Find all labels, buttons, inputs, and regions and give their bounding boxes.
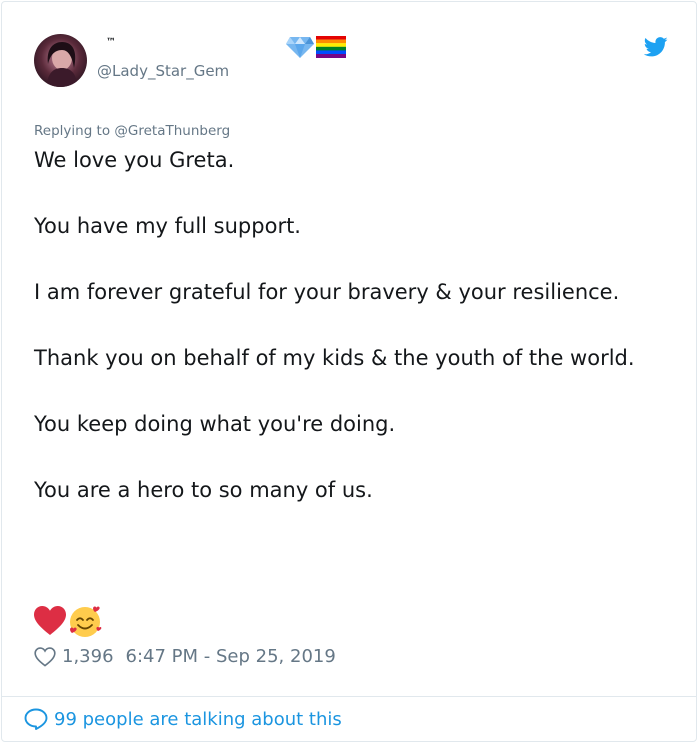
user-handle[interactable]: @Lady_Star_Gem bbox=[97, 62, 229, 80]
tweet-card: ™ @Lady_Star_Gem Replying to @GretaThunb… bbox=[1, 1, 697, 742]
timestamp[interactable]: 6:47 PM - Sep 25, 2019 bbox=[126, 646, 336, 667]
avatar[interactable] bbox=[34, 34, 87, 87]
tweet-paragraph: We love you Greta. bbox=[34, 148, 235, 172]
like-count[interactable]: 1,396 bbox=[62, 646, 114, 667]
red-heart-icon bbox=[34, 606, 66, 635]
speech-bubble-icon bbox=[24, 708, 48, 730]
gem-icon bbox=[286, 37, 314, 58]
rainbow-flag-icon bbox=[316, 36, 346, 58]
conversation-link[interactable]: 99 people are talking about this bbox=[24, 708, 342, 730]
twitter-bird-icon[interactable] bbox=[644, 36, 668, 58]
replying-to[interactable]: Replying to @GretaThunberg bbox=[34, 123, 230, 139]
tweet-paragraph: Thank you on behalf of my kids & the you… bbox=[34, 346, 635, 370]
tweet-paragraph: You have my full support. bbox=[34, 214, 301, 238]
heart-outline-icon[interactable] bbox=[34, 646, 56, 667]
tweet-meta: 1,396 6:47 PM - Sep 25, 2019 bbox=[34, 646, 336, 667]
divider bbox=[2, 696, 696, 697]
tweet-paragraph: You keep doing what you're doing. bbox=[34, 412, 396, 436]
tweet-paragraph: You are a hero to so many of us. bbox=[34, 478, 373, 502]
conversation-label: 99 people are talking about this bbox=[54, 708, 342, 730]
profile-badges bbox=[286, 35, 346, 59]
smiling-face-with-hearts-icon bbox=[70, 606, 102, 637]
tweet-text: We love you Greta. You have my full supp… bbox=[34, 144, 664, 507]
tweet-paragraph: I am forever grateful for your bravery &… bbox=[34, 280, 620, 304]
emoji-line bbox=[34, 604, 102, 638]
avatar-image bbox=[34, 34, 87, 87]
display-name[interactable]: ™ bbox=[106, 37, 117, 48]
